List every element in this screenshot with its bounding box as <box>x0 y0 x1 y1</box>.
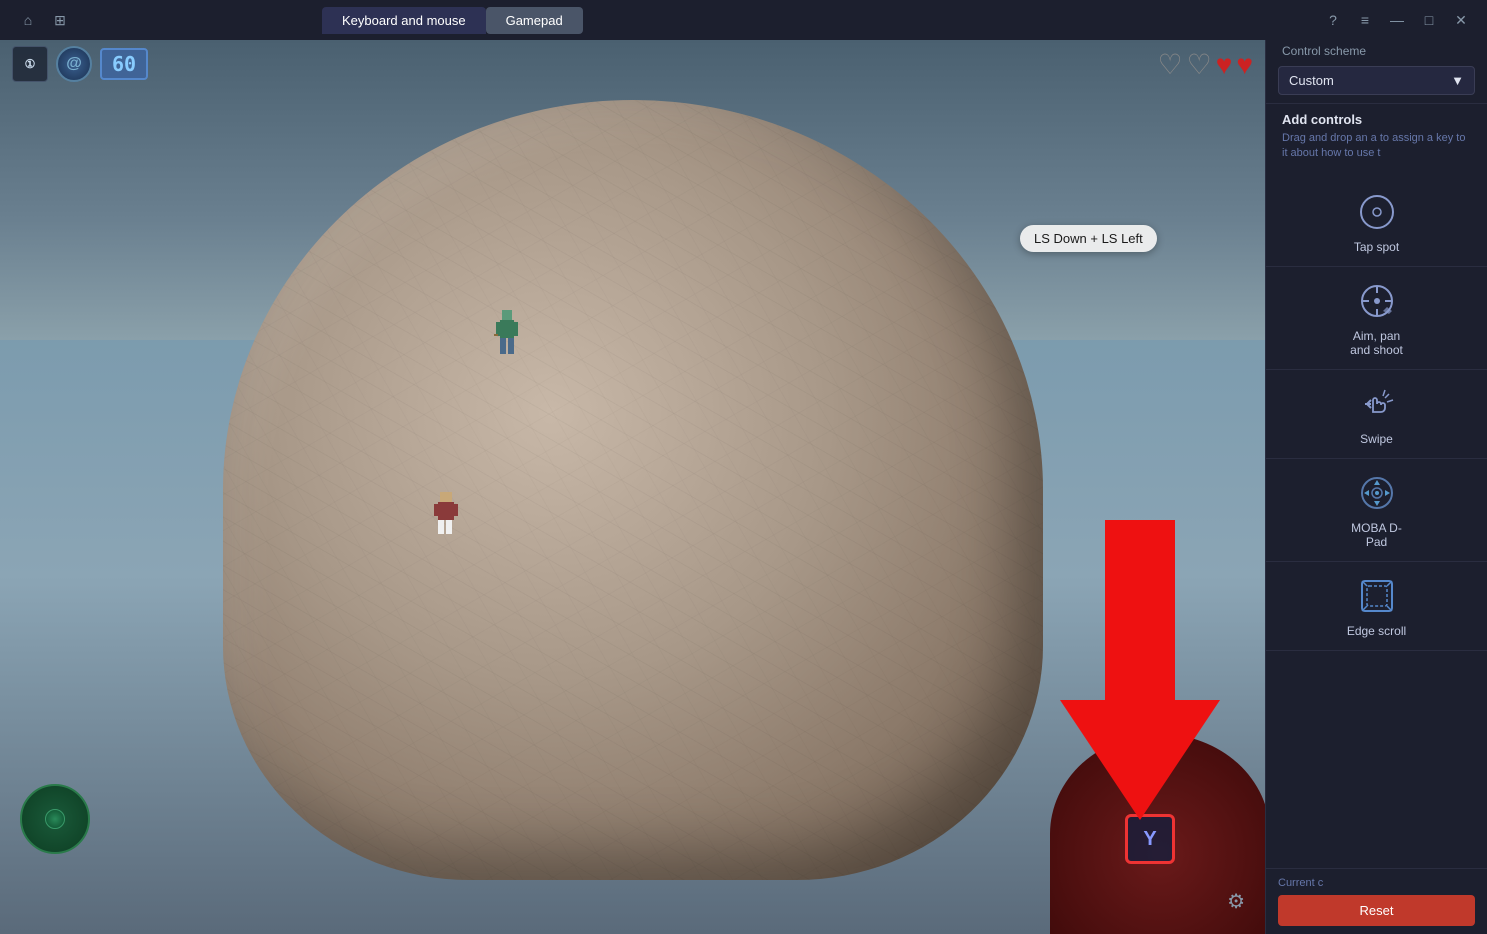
control-scheme-label: Control scheme <box>1266 40 1487 62</box>
add-controls-description: Drag and drop an a to assign a key to it… <box>1282 131 1471 162</box>
control-item-tap-spot[interactable]: Tap spot <box>1266 178 1487 267</box>
title-bar-tabs: Keyboard and mouse Gamepad <box>322 7 583 34</box>
moba-dpad-label: MOBA D-Pad <box>1351 521 1402 549</box>
red-arrow-indicator <box>1060 520 1220 820</box>
tab-gamepad[interactable]: Gamepad <box>486 7 583 34</box>
chevron-down-icon: ▼ <box>1451 73 1464 88</box>
title-bar-window-icons: ⌂ ⊞ <box>0 8 72 32</box>
swipe-label: Swipe <box>1360 432 1393 446</box>
heart-1: ♡ <box>1158 48 1183 81</box>
edge-scroll-label: Edge scroll <box>1347 624 1406 638</box>
aim-pan-shoot-icon <box>1355 279 1399 323</box>
control-scheme-value: Custom <box>1289 73 1334 88</box>
control-item-swipe[interactable]: Swipe <box>1266 370 1487 459</box>
tap-spot-label: Tap spot <box>1354 240 1399 254</box>
tap-spot-icon <box>1355 190 1399 234</box>
close-icon[interactable]: ✕ <box>1451 10 1471 30</box>
edge-scroll-icon <box>1355 574 1399 618</box>
title-bar: ⌂ ⊞ Keyboard and mouse Gamepad ? ≡ — □ ✕ <box>0 0 1487 40</box>
game-hud-bar: ① @ 60 ♡ ♡ ♥ ♥ <box>0 40 1265 88</box>
hearts-container: ♡ ♡ ♥ ♥ <box>1158 48 1253 81</box>
panel-bottom: Current c Reset <box>1266 868 1487 934</box>
control-item-aim-pan-shoot[interactable]: Aim, panand shoot <box>1266 267 1487 370</box>
character-1 <box>492 308 522 363</box>
menu-icon[interactable]: ≡ <box>1355 10 1375 30</box>
heart-2: ♡ <box>1187 48 1212 81</box>
y-button[interactable]: Y <box>1125 814 1175 864</box>
control-item-moba-dpad[interactable]: MOBA D-Pad <box>1266 459 1487 562</box>
left-joystick-hud <box>20 784 90 854</box>
terrain-rock <box>223 100 1043 880</box>
add-controls-section: Add controls Drag and drop an a to assig… <box>1266 103 1487 170</box>
add-controls-title: Add controls <box>1282 112 1471 127</box>
swipe-icon <box>1355 382 1399 426</box>
control-item-edge-scroll[interactable]: Edge scroll <box>1266 562 1487 651</box>
maximize-icon[interactable]: □ <box>1419 10 1439 30</box>
help-icon[interactable]: ? <box>1323 10 1343 30</box>
gear-icon: ⚙ <box>1227 889 1245 914</box>
heart-4: ♥ <box>1236 49 1253 81</box>
hud-item-box: ① <box>12 46 48 82</box>
hud-counter: 60 <box>100 48 148 80</box>
arrow-shaft <box>1105 520 1175 700</box>
moba-dpad-icon <box>1355 471 1399 515</box>
controls-editor-panel: Controls editor Control scheme Custom ▼ … <box>1265 0 1487 934</box>
home-icon[interactable]: ⌂ <box>16 8 40 32</box>
aim-pan-shoot-label: Aim, panand shoot <box>1350 329 1403 357</box>
control-scheme-dropdown[interactable]: Custom ▼ <box>1278 66 1475 95</box>
arrow-head <box>1060 700 1220 820</box>
reset-button[interactable]: Reset <box>1278 895 1475 926</box>
rock-texture <box>223 100 1043 880</box>
grid-icon[interactable]: ⊞ <box>48 8 72 32</box>
title-bar-right-controls: ? ≡ — □ ✕ <box>1323 10 1487 30</box>
character-2 <box>432 490 460 541</box>
tooltip-ls-down: LS Down + LS Left <box>1020 225 1157 252</box>
hud-box-label: ① <box>25 57 36 71</box>
heart-3: ♥ <box>1216 49 1233 81</box>
current-label: Current c <box>1278 877 1475 889</box>
game-viewport: ① @ 60 ♡ ♡ ♥ ♥ <box>0 40 1265 934</box>
tab-keyboard-mouse[interactable]: Keyboard and mouse <box>322 7 486 34</box>
control-items-list: Tap spot Aim, panand shoot <box>1266 170 1487 868</box>
minimize-icon[interactable]: — <box>1387 10 1407 30</box>
hud-at-symbol: @ <box>56 46 92 82</box>
